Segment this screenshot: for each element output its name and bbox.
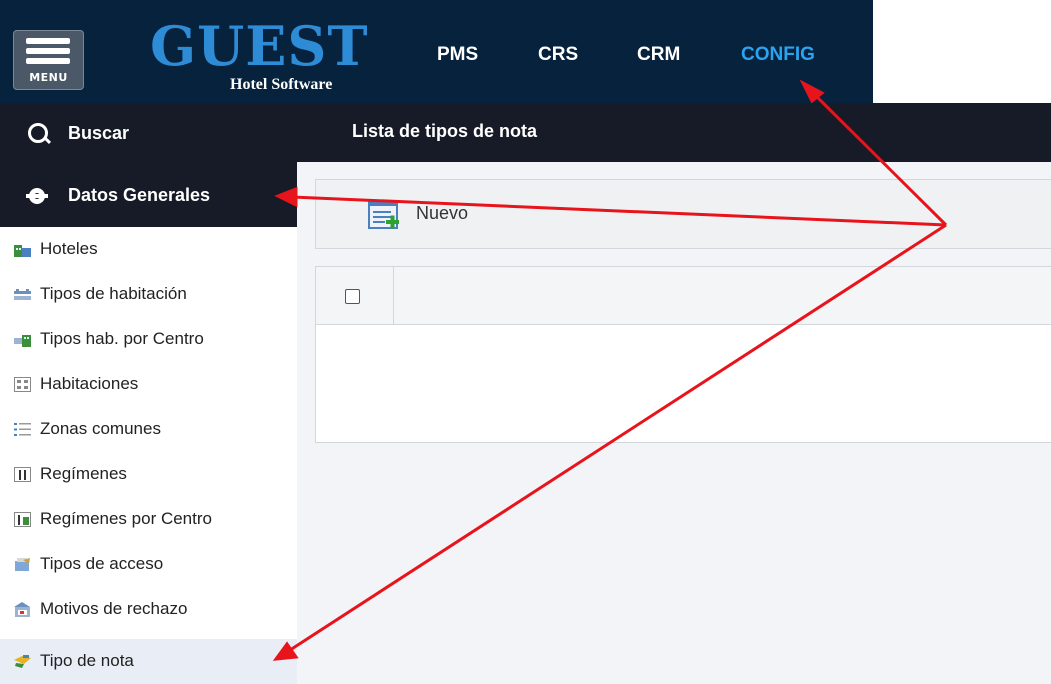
room-type-center-icon: [14, 335, 31, 347]
data-table: [315, 266, 1051, 443]
sidebar-search[interactable]: Buscar: [0, 103, 297, 165]
logo[interactable]: GUEST Hotel Software: [150, 14, 368, 94]
new-record-icon[interactable]: [368, 196, 400, 234]
new-button[interactable]: Nuevo: [416, 203, 468, 224]
reject-icon: [14, 602, 30, 617]
page-title: Lista de tipos de nota: [352, 121, 538, 141]
sidebar-item-tipos-hab-por-centro[interactable]: Tipos hab. por Centro: [0, 317, 297, 362]
sidebar-item-hoteles[interactable]: Hoteles: [0, 227, 297, 272]
sidebar-item-habitaciones[interactable]: Habitaciones: [0, 362, 297, 407]
sidebar-item-label: Tipos de acceso: [40, 554, 164, 573]
logo-title: GUEST: [150, 14, 369, 78]
search-icon: [28, 123, 48, 143]
nav-config[interactable]: CONFIG: [741, 44, 815, 66]
top-header: MENU GUEST Hotel Software PMS CRS CRM CO…: [0, 0, 873, 103]
menu-button[interactable]: MENU: [13, 30, 84, 90]
cutlery-center-icon: [14, 512, 31, 527]
cutlery-icon: [14, 467, 31, 482]
logo-subtitle: Hotel Software: [230, 76, 333, 93]
sidebar-item-label: Motivos de rechazo: [40, 599, 188, 618]
search-label: Buscar: [68, 123, 130, 143]
sidebar-section-datos-generales[interactable]: Datos Generales: [0, 165, 297, 227]
sidebar-item-label: Tipo de nota: [40, 651, 134, 670]
sidebar-item-label: Hoteles: [40, 239, 98, 258]
sidebar-item-zonas-comunes[interactable]: Zonas comunes: [0, 407, 297, 452]
gear-icon: [26, 188, 48, 204]
room-type-icon: [14, 289, 31, 300]
sidebar-item-tipo-de-nota[interactable]: Tipo de nota: [0, 639, 297, 684]
sidebar-item-label: Regímenes: [40, 464, 127, 483]
sidebar-item-label: Tipos hab. por Centro: [40, 329, 204, 348]
sidebar-item-tipos-de-acceso[interactable]: Tipos de acceso: [0, 542, 297, 587]
list-icon: [14, 423, 31, 436]
sidebar-item-motivos-de-rechazo[interactable]: Motivos de rechazo: [0, 587, 297, 632]
rooms-icon: [14, 377, 31, 392]
nav-pms[interactable]: PMS: [437, 44, 478, 66]
hamburger-icon-bar: [26, 58, 70, 64]
hotel-icon: [14, 245, 31, 257]
select-all-checkbox[interactable]: [345, 289, 360, 304]
nav-crm[interactable]: CRM: [637, 44, 680, 66]
sidebar-item-label: Habitaciones: [40, 374, 139, 393]
access-icon: [15, 558, 30, 571]
sidebar-item-label: Regímenes por Centro: [40, 509, 212, 528]
section-label: Datos Generales: [68, 185, 211, 205]
sidebar-item-regimenes-por-centro[interactable]: Regímenes por Centro: [0, 497, 297, 542]
sidebar-item-label: Tipos de habitación: [40, 284, 187, 303]
sidebar-item-regimenes[interactable]: Regímenes: [0, 452, 297, 497]
column-divider: [393, 267, 394, 325]
menu-label: MENU: [29, 71, 68, 84]
sidebar-item-tipos-de-habitacion[interactable]: Tipos de habitación: [0, 272, 297, 317]
sidebar-item-label: Zonas comunes: [40, 419, 161, 438]
hamburger-icon-bar: [26, 48, 70, 54]
table-header: [316, 267, 1051, 325]
hamburger-icon: [26, 38, 70, 44]
sidebar: Buscar Datos Generales Hoteles Tipos de …: [0, 103, 297, 684]
note-type-icon: [14, 655, 31, 668]
nav-crs[interactable]: CRS: [538, 44, 578, 66]
